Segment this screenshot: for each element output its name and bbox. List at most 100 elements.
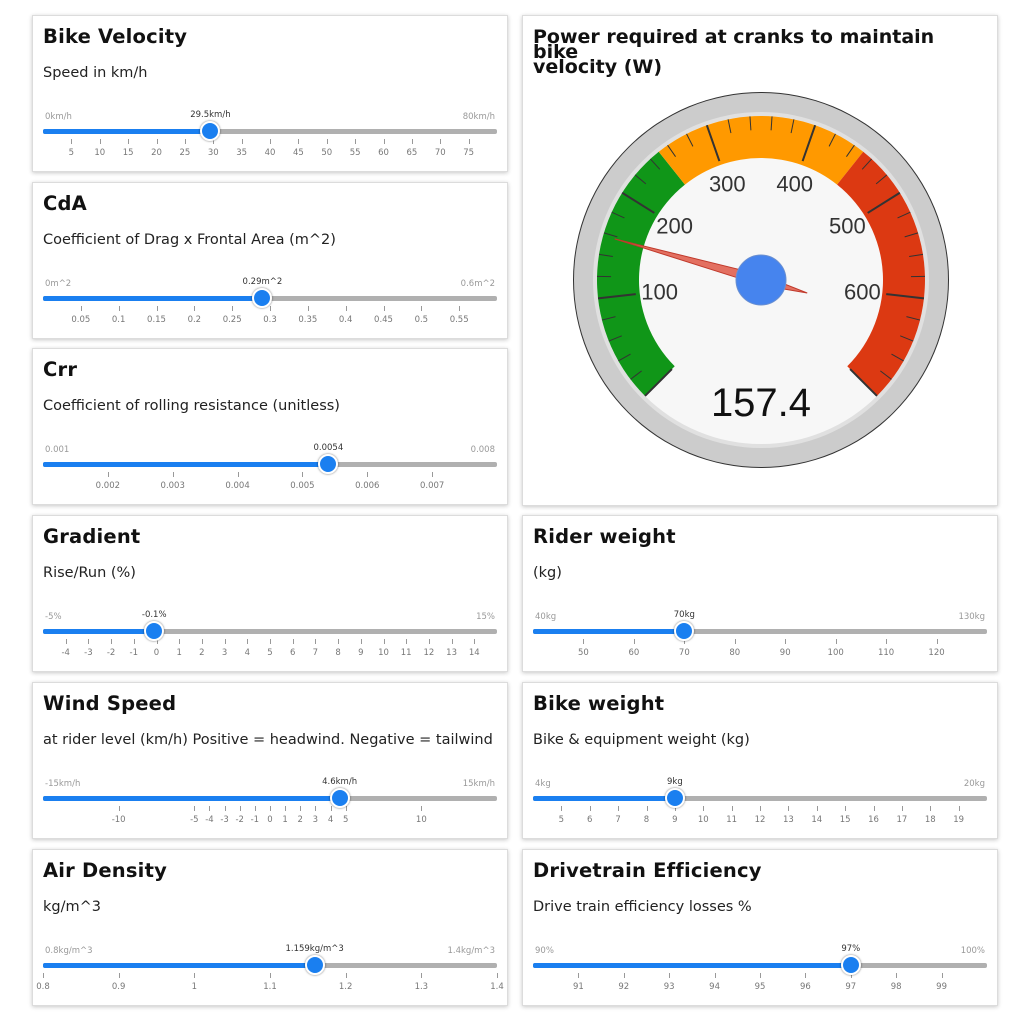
card-title: Gradient — [43, 525, 140, 548]
slider-tick — [703, 806, 704, 811]
slider-tick-label: 9 — [672, 815, 677, 825]
slider-tick-label: 60 — [628, 648, 639, 658]
slider-thumb[interactable] — [841, 955, 861, 975]
rider-weight-slider[interactable]: 40kg130kg70kg5060708090100110120 — [533, 612, 987, 682]
slider-tick — [298, 139, 299, 144]
slider-tick-label: 0.007 — [420, 481, 444, 491]
gauge-title-line2: velocity (W) — [533, 60, 973, 75]
slider-tick-label: -4 — [205, 815, 213, 825]
slider-tick — [421, 306, 422, 311]
slider-tick-label: 0.002 — [96, 481, 120, 491]
slider-tick — [173, 472, 174, 477]
slider-tick-label: 92 — [618, 982, 629, 992]
slider-tick — [119, 806, 120, 811]
slider-tick-label: 70 — [679, 648, 690, 658]
slider-tick-label: 1 — [192, 982, 197, 992]
slider-tick — [634, 639, 635, 644]
slider-tick-label: 0.45 — [374, 315, 393, 325]
slider-tick-label: 96 — [800, 982, 811, 992]
cda-slider[interactable]: 0m^20.6m^20.29m^20.050.10.150.20.250.30.… — [43, 279, 497, 349]
velocity-slider[interactable]: 0km/h80km/h29.5km/h510152025303540455055… — [43, 112, 497, 182]
slider-tick — [618, 806, 619, 811]
slider-max-label: 0.6m^2 — [461, 279, 495, 289]
slider-tick-label: 3 — [313, 815, 318, 825]
slider-tick — [194, 806, 195, 811]
slider-tick-label: 91 — [573, 982, 584, 992]
slider-tick — [384, 139, 385, 144]
slider-value-label: 29.5km/h — [190, 110, 230, 120]
slider-card-gradient: Gradient Rise/Run (%) -5%15%-0.1%-4-3-2-… — [32, 515, 508, 672]
slider-card-cda: CdA Coefficient of Drag x Frontal Area (… — [32, 182, 508, 339]
slider-tick-label: 99 — [936, 982, 947, 992]
slider-value-label: 0.0054 — [313, 443, 343, 453]
wind-slider[interactable]: -15km/h15km/h4.6km/h-10-5-4-3-2-10123451… — [43, 779, 497, 849]
slider-tick-label: 12 — [755, 815, 766, 825]
slider-max-label: 100% — [961, 946, 985, 956]
slider-tick — [355, 139, 356, 144]
slider-tick — [421, 806, 422, 811]
slider-min-label: 90% — [535, 946, 554, 956]
slider-tick-label: -3 — [220, 815, 228, 825]
slider-tick-label: 0.9 — [112, 982, 126, 992]
slider-thumb[interactable] — [200, 121, 220, 141]
slider-max-label: 15% — [476, 612, 495, 622]
slider-min-label: -15km/h — [45, 779, 80, 789]
slider-tick-label: 25 — [179, 148, 190, 158]
crr-slider[interactable]: 0.0010.0080.00540.0020.0030.0040.0050.00… — [43, 445, 497, 515]
slider-tick-label: -4 — [61, 648, 69, 658]
slider-min-label: 0.8kg/m^3 — [45, 946, 93, 956]
bike-weight-slider[interactable]: 4kg20kg9kg5678910111213141516171819 — [533, 779, 987, 849]
slider-tick — [194, 973, 195, 978]
slider-tick-label: 3 — [222, 648, 227, 658]
slider-tick-label: 15 — [123, 148, 134, 158]
slider-card-velocity: Bike Velocity Speed in km/h 0km/h80km/h2… — [32, 15, 508, 172]
slider-tick-label: 0.55 — [450, 315, 469, 325]
slider-max-label: 130kg — [958, 612, 985, 622]
card-description: kg/m^3 — [43, 899, 101, 915]
slider-tick — [583, 639, 584, 644]
slider-max-label: 80km/h — [463, 112, 495, 122]
slider-tick — [270, 973, 271, 978]
power-gauge: 100200300400500600157.4 — [572, 91, 952, 471]
slider-value-label: 70kg — [674, 610, 695, 620]
slider-tick — [338, 639, 339, 644]
slider-tick-label: 11 — [726, 815, 737, 825]
slider-tick — [937, 639, 938, 644]
slider-thumb[interactable] — [318, 454, 338, 474]
slider-tick — [111, 639, 112, 644]
slider-tick-label: 110 — [878, 648, 894, 658]
slider-tick-label: 18 — [925, 815, 936, 825]
slider-tick — [202, 639, 203, 644]
slider-tick — [225, 639, 226, 644]
slider-value-label: 97% — [841, 944, 860, 954]
slider-tick-label: 11 — [401, 648, 412, 658]
slider-tick — [255, 806, 256, 811]
slider-tick — [578, 973, 579, 978]
slider-tick — [315, 639, 316, 644]
slider-tick-label: 0.05 — [71, 315, 90, 325]
slider-thumb[interactable] — [144, 621, 164, 641]
slider-thumb[interactable] — [252, 288, 272, 308]
slider-tick — [331, 806, 332, 811]
slider-tick-label: 9 — [358, 648, 363, 658]
slider-thumb[interactable] — [665, 788, 685, 808]
slider-tick-label: 17 — [896, 815, 907, 825]
slider-thumb[interactable] — [674, 621, 694, 641]
drivetrain-slider[interactable]: 90%100%97%919293949596979899 — [533, 946, 987, 1016]
slider-tick — [669, 973, 670, 978]
slider-thumb[interactable] — [305, 955, 325, 975]
gradient-slider[interactable]: -5%15%-0.1%-4-3-2-101234567891011121314 — [43, 612, 497, 682]
slider-fill — [43, 629, 154, 634]
slider-fill — [43, 963, 315, 968]
slider-tick — [270, 306, 271, 311]
slider-tick-label: 1 — [176, 648, 181, 658]
slider-tick — [406, 639, 407, 644]
slider-tick-label: 13 — [783, 815, 794, 825]
slider-tick-label: 1 — [282, 815, 287, 825]
slider-thumb[interactable] — [330, 788, 350, 808]
slider-tick-label: 1.3 — [415, 982, 429, 992]
air-density-slider[interactable]: 0.8kg/m^31.4kg/m^31.159kg/m^30.80.911.11… — [43, 946, 497, 1016]
slider-tick-label: 7 — [615, 815, 620, 825]
slider-tick-label: 50 — [578, 648, 589, 658]
slider-tick — [88, 639, 89, 644]
